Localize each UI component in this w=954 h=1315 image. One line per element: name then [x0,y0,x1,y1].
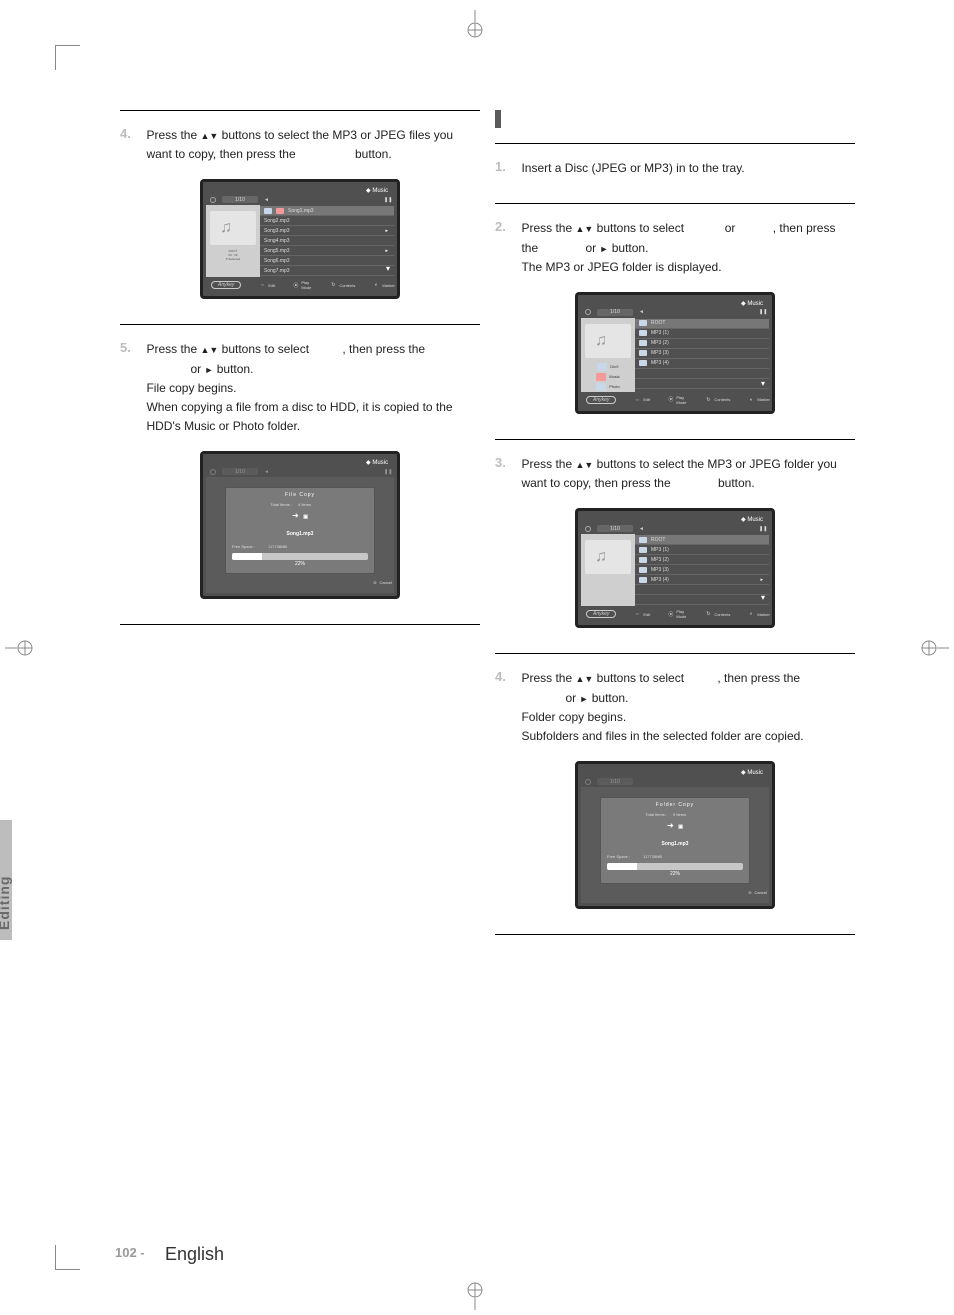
figure-folder-copy-progress: ◆ Music 1/10 Folder Copy Total Items :9 … [575,761,775,909]
cancel-icon: ⊘ [373,580,376,585]
page-language: English [165,1244,224,1265]
step-left-5: 5. Press the buttons to select Copy, the… [120,324,480,599]
hdd-icon: ▣ [678,824,683,830]
step-text: Press the buttons to select the MP3 or J… [146,126,466,164]
figure-file-copy-progress: ◆ Music 1/10 ◄ ❚❚ File Copy Total Items … [200,451,400,599]
heading-bar-icon [495,110,501,128]
step-left-4: 4. Press the buttons to select the MP3 o… [120,110,480,299]
cancel-icon: ⊘ [748,890,751,895]
step-number: 4. [120,126,142,141]
crop-mark-left [5,628,35,668]
section-heading-folder-copy: Folder Copy [495,110,855,128]
hdd-icon: ▣ [303,514,308,520]
crop-mark-bottom [455,1280,495,1310]
step-number: 5. [120,340,142,355]
step-right-1: 1. Insert a Disc (JPEG or MP3) in to the… [495,143,855,178]
step-text: Press the buttons to select Copy, then p… [146,340,466,436]
crop-corner-tl [55,45,80,70]
down-triangle-icon [209,128,218,142]
figure-folder-list-root: ◆ Music 1/10 ◄ ❚❚ ♫ DivX Music Photo [575,292,775,414]
step-right-2: 2. Press the buttons to select Music or … [495,203,855,414]
side-tab-editing: Editing [0,820,12,940]
down-triangle-icon [584,671,593,685]
step-right-3: 3. Press the buttons to select the MP3 o… [495,439,855,628]
figure-music-list-marked: ◆ Music 1/10 ◄ ❚❚ ♫ ROOT 00 : 00 5 Selec… [200,179,400,299]
down-triangle-icon [584,221,593,235]
down-triangle-icon [584,457,593,471]
down-triangle-icon [209,342,218,356]
anykey-badge: Anykey [211,281,241,289]
step-right-4: 4. Press the buttons to select Copy, the… [495,653,855,909]
figure-folder-list-select: ◆ Music 1/10 ◄ ❚❚ ♫ ROOT MP3 (1) [575,508,775,628]
crop-mark-top [455,10,495,40]
crop-corner-bl [55,1245,80,1270]
crop-mark-right [919,628,949,668]
page-number: 102 - [115,1245,145,1260]
music-note-icon: ♫ [220,219,232,237]
